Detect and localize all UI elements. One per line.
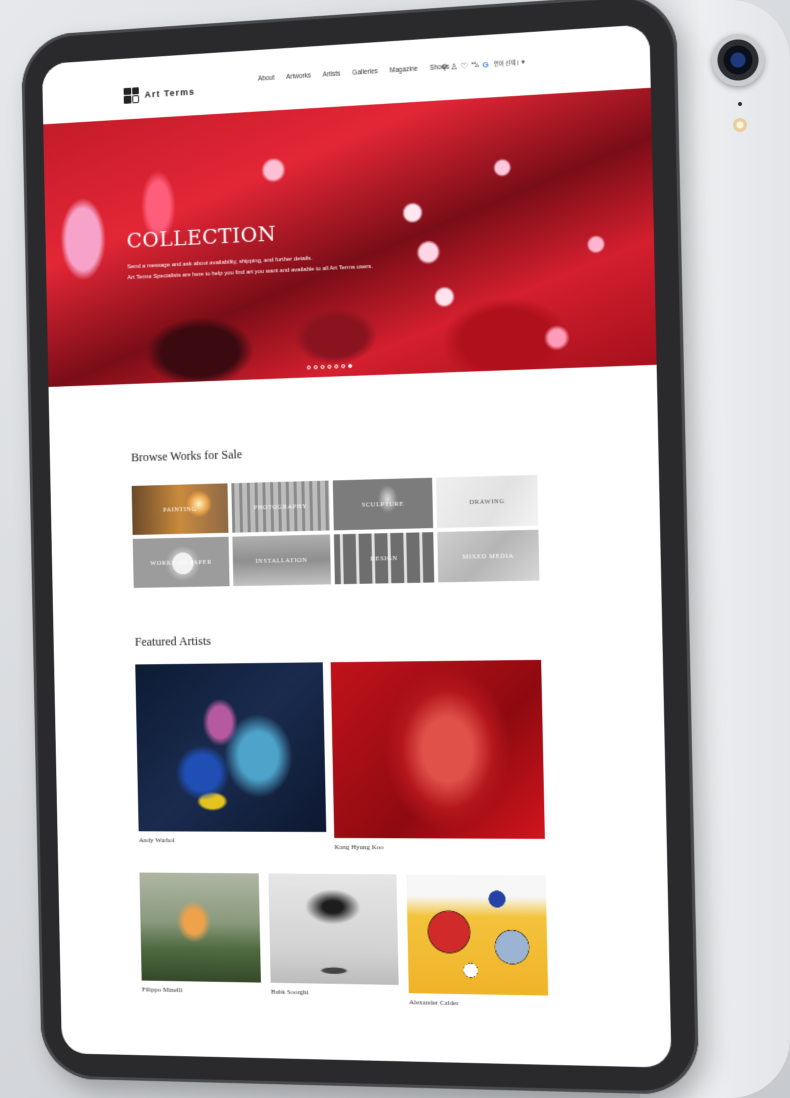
category-painting[interactable]: PAINTING [131,483,229,535]
hero-title: COLLECTION [126,221,277,253]
tablet-frame: Art Terms About Artworks Artists Galleri… [20,0,700,1096]
artist-card-soorghi[interactable]: Babk Soorghi [268,873,399,998]
artist-name: Alexander Calder [408,998,459,1008]
artist-image [406,874,549,996]
artist-name: Andy Warhol [138,836,175,845]
nav-artworks[interactable]: Artworks [286,72,311,81]
hero-banner: COLLECTION Send a message and ask about … [43,87,657,387]
category-drawing[interactable]: DRAWING [436,474,539,528]
nav-magazine[interactable]: Magazine [390,66,418,75]
hero-subtitle: Send a message and ask about availabilit… [127,249,420,284]
carousel-dot[interactable] [313,365,318,370]
nav-about[interactable]: About [258,75,275,83]
category-design[interactable]: DESIGN [333,532,435,585]
category-installation[interactable]: INSTALLATION [232,534,331,587]
category-grid: PAINTING PHOTOGRAPHY SCULPTURE DRAWING W… [131,474,540,588]
artist-image [268,873,399,985]
logo-icon [123,87,140,104]
featured-section-title: Featured Artists [134,633,212,649]
carousel-dots [306,363,353,370]
google-icon[interactable]: G [482,60,488,69]
carousel-dot[interactable] [306,365,311,370]
language-select[interactable]: 언어 선택 | ▼ [494,58,526,68]
artist-card-calder[interactable]: Alexander Calder [406,874,549,1008]
artist-card-warhol[interactable]: Andy Warhol [135,662,327,845]
site-logo[interactable]: Art Terms [123,84,196,104]
carousel-dot-active[interactable] [348,363,353,369]
main-nav: About Artworks Artists Galleries Magazin… [258,64,450,83]
carousel-dot[interactable] [320,364,325,370]
artist-image [135,662,327,832]
artist-name: Filippo Minelli [141,985,183,995]
cart-icon[interactable]: ⛍ [471,60,480,71]
category-sculpture[interactable]: SCULPTURE [332,477,434,531]
carousel-dot[interactable] [341,364,346,369]
header-tools: ⚲ ♙ ♡ ⛍ G 언어 선택 | ▼ [441,57,526,72]
logo-text: Art Terms [144,86,196,100]
artist-name: Kang Hyung Koo [334,842,384,852]
category-photography[interactable]: PHOTOGRAPHY [231,480,330,533]
artist-name: Babk Soorghi [270,987,309,997]
user-icon[interactable]: ♙ [450,62,457,72]
camera-lens [712,34,764,86]
carousel-dot[interactable] [327,364,332,369]
artist-card-minelli[interactable]: Filippo Minelli [139,872,261,996]
category-mixed-media[interactable]: MIXED MEDIA [437,529,540,583]
microphone [738,102,742,106]
category-works-on-paper[interactable]: WORKS ON PAPER [132,536,230,588]
artist-card-koo[interactable]: Kang Hyung Koo [330,659,546,852]
browse-section-title: Browse Works for Sale [130,447,243,465]
heart-icon[interactable]: ♡ [461,61,468,71]
artist-image [330,659,545,839]
camera-flash [733,118,747,132]
tablet-screen: Art Terms About Artworks Artists Galleri… [41,24,672,1068]
artist-image [139,872,261,983]
search-icon[interactable]: ⚲ [441,62,447,71]
nav-artists[interactable]: Artists [323,71,341,79]
nav-galleries[interactable]: Galleries [352,68,378,77]
carousel-dot[interactable] [334,364,339,369]
